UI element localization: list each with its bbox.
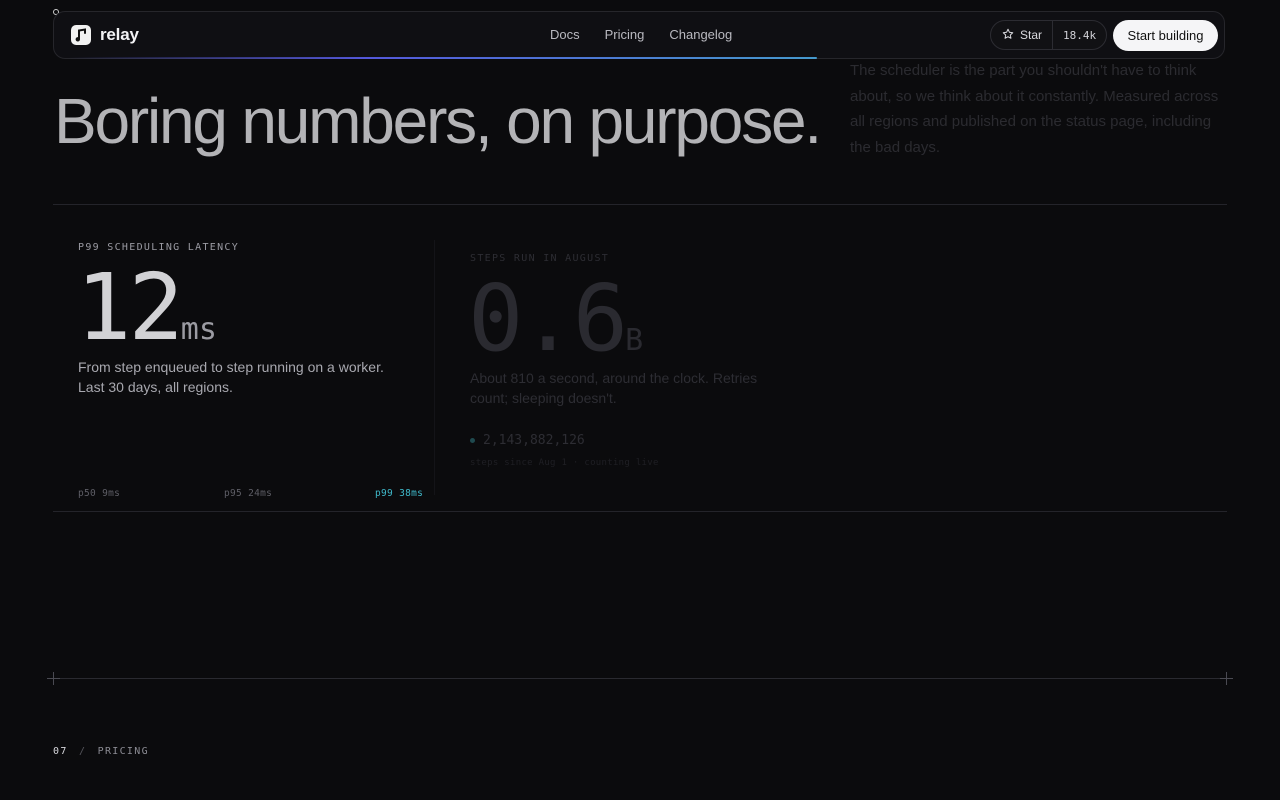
brand-logo[interactable]: relay [71,25,139,45]
nav-link-pricing[interactable]: Pricing [605,27,645,42]
stat-column-divider [434,240,435,495]
star-button[interactable]: Star [991,21,1052,49]
percentile-p99: p99 38ms [375,488,424,499]
latency-description: From step enqueued to step running on a … [78,359,384,395]
steps-label: STEPS RUN IN AUGUST [470,253,610,264]
steps-unit: B [625,323,644,358]
relay-logo-icon [71,25,91,45]
latency-label: P99 SCHEDULING LATENCY [78,242,240,253]
steps-counter-note: steps since Aug 1 · counting live [470,458,659,468]
steps-value: 0.6B [468,273,643,365]
section-separator: / [78,746,87,757]
scroll-progress-bar [68,57,817,59]
page-headline: Boring numbers, on purpose. [54,85,822,157]
latency-number: 12 [76,254,184,361]
crosshair-left-icon [47,672,60,685]
crosshair-right-icon [1220,672,1233,685]
section-rule [53,678,1227,679]
section-divider-bottom [53,511,1227,512]
start-building-button[interactable]: Start building [1113,20,1218,51]
percentile-p95: p95 24ms [224,488,273,499]
steps-counter: 2,143,882,126 [470,433,585,448]
star-count: 18.4k [1052,21,1106,49]
intro-paragraph: The scheduler is the part you shouldn't … [850,62,1219,156]
steps-counter-value: 2,143,882,126 [483,433,585,448]
star-label: Star [1020,28,1043,42]
nav-links: Docs Pricing Changelog [550,27,732,42]
section-label: 07 / PRICING [53,746,149,757]
github-star-group: Star 18.4k [990,20,1108,50]
percentile-p50: p50 9ms [78,488,121,499]
nav-link-docs[interactable]: Docs [550,27,580,42]
nav-link-changelog[interactable]: Changelog [669,27,732,42]
steps-number: 0.6 [468,265,628,372]
latency-value: 12ms [76,262,217,354]
latency-unit: ms [180,312,217,347]
brand-name: relay [100,25,139,44]
section-number: 07 [53,746,68,757]
top-nav: relay Docs Pricing Changelog Star 18.4k … [53,11,1225,59]
star-icon [1002,28,1014,43]
section-divider-top [53,204,1227,205]
section-name: PRICING [97,746,149,757]
steps-description: About 810 a second, around the clock. Re… [470,370,758,406]
live-dot-icon [470,438,475,443]
